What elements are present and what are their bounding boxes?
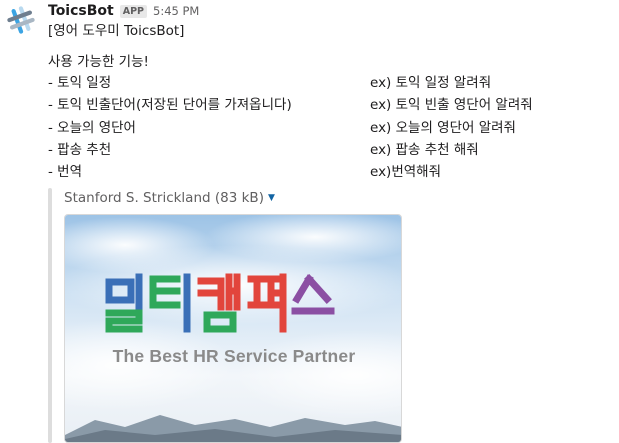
slack-hash-logo-icon xyxy=(7,6,35,34)
feature-name: - 번역 xyxy=(48,164,83,180)
clouds-background-image xyxy=(65,215,401,442)
message-header: ToicsBot APP 5:45 PM xyxy=(48,0,199,22)
app-badge: APP xyxy=(119,4,148,18)
image-preview[interactable]: The Best HR Service Partner xyxy=(64,214,402,443)
feature-example: ex) 토익 일정 알려줘 xyxy=(370,75,492,91)
feature-example: ex)번역해줘 xyxy=(370,164,442,180)
feature-name: - 토익 일정 xyxy=(48,75,112,91)
feature-name: - 오늘의 영단어 xyxy=(48,120,136,136)
feature-name: - 팝송 추천 xyxy=(48,142,112,158)
feature-example: ex) 오늘의 영단어 알려줘 xyxy=(370,120,516,136)
logo-tagline: The Best HR Service Partner xyxy=(112,346,356,366)
attachment-file-name[interactable]: Stanford S. Strickland (83 kB) xyxy=(64,188,264,208)
bot-name[interactable]: ToicsBot xyxy=(48,3,114,19)
attachment-title[interactable]: Stanford S. Strickland (83 kB) ▼ xyxy=(64,188,275,208)
features-heading: 사용 가능한 기능! xyxy=(48,54,149,70)
attachment-bar xyxy=(48,188,52,443)
message-title: [영어 도우미 ToicsBot] xyxy=(48,23,185,39)
bot-avatar[interactable] xyxy=(6,5,36,35)
feature-example: ex) 팝송 추천 해줘 xyxy=(370,142,479,158)
feature-name: - 토익 빈출단어(저장된 단어를 가져옵니다) xyxy=(48,97,292,113)
message: ToicsBot APP 5:45 PM [영어 도우미 ToicsBot] 사… xyxy=(0,0,619,443)
feature-example: ex) 토익 빈출 영단어 알려줘 xyxy=(370,97,533,113)
message-timestamp[interactable]: 5:45 PM xyxy=(153,4,199,18)
caret-down-icon[interactable]: ▼ xyxy=(268,188,275,208)
